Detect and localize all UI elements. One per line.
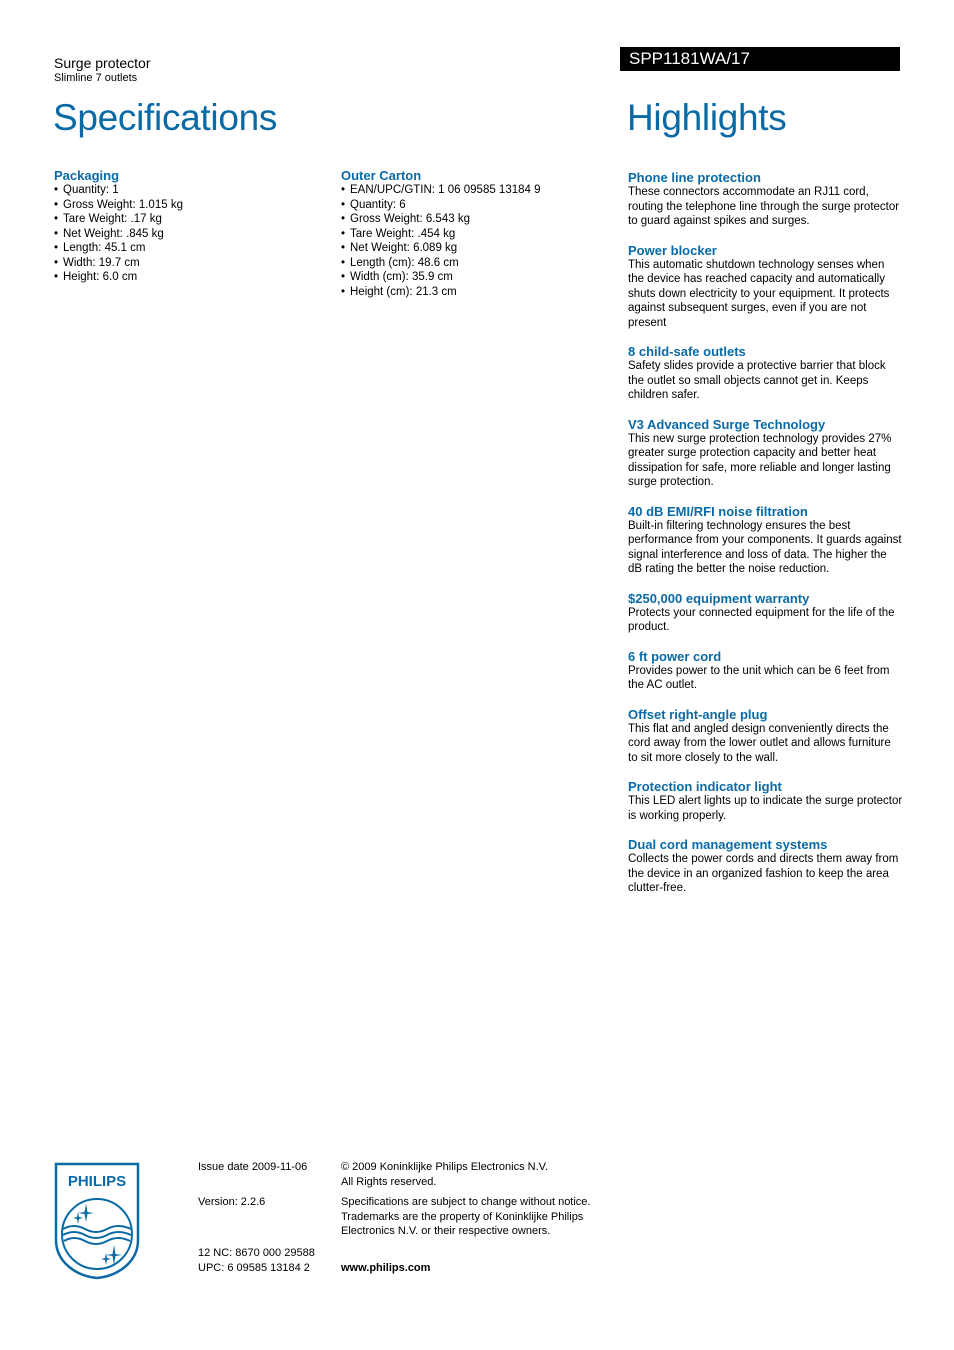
copyright-line: All Rights reserved. — [341, 1175, 437, 1188]
spec-item: Gross Weight: 1.015 kg — [54, 198, 324, 213]
spec-item: Net Weight: 6.089 kg — [341, 241, 611, 256]
highlights-title: Highlights — [627, 97, 787, 138]
spec-item: EAN/UPC/GTIN: 1 06 09585 13184 9 — [341, 183, 611, 198]
spec-item: Width: 19.7 cm — [54, 256, 324, 271]
version: Version: 2.2.6 — [198, 1196, 266, 1208]
highlight-body: These connectors accommodate an RJ11 cor… — [628, 186, 900, 227]
highlight-body: Collects the power cords and directs the… — [628, 853, 899, 894]
notice-line: Specifications are subject to change wit… — [341, 1196, 591, 1208]
highlight-body: This automatic shutdown technology sense… — [628, 258, 890, 329]
highlight-item: 8 child-safe outlets Safety slides provi… — [628, 344, 903, 403]
spec-item: Tare Weight: .17 kg — [54, 212, 324, 227]
legal-notice: Specifications are subject to change wit… — [341, 1195, 611, 1239]
product-category: Surge protector — [54, 55, 151, 71]
highlight-item: Dual cord management systems Collects th… — [628, 837, 903, 896]
highlight-item: $250,000 equipment warranty Protects you… — [628, 591, 903, 635]
outer-carton-list: EAN/UPC/GTIN: 1 06 09585 13184 9 Quantit… — [341, 183, 611, 299]
model-number-banner: SPP1181WA/17 — [620, 47, 900, 71]
highlight-body: Protects your connected equipment for th… — [628, 606, 895, 634]
philips-shield-logo: PHILIPS — [54, 1162, 140, 1280]
packaging-section: Packaging Quantity: 1 Gross Weight: 1.01… — [54, 168, 324, 285]
highlight-title: 6 ft power cord — [628, 648, 722, 664]
spec-item: Gross Weight: 6.543 kg — [341, 212, 611, 227]
logo-wordmark: PHILIPS — [68, 1173, 126, 1190]
spec-item: Quantity: 1 — [54, 183, 324, 198]
highlight-item: V3 Advanced Surge Technology This new su… — [628, 417, 903, 490]
highlight-item: Protection indicator light This LED aler… — [628, 779, 903, 823]
highlight-title: Dual cord management systems — [628, 837, 828, 852]
upc-code: UPC: 6 09585 13184 2 — [198, 1261, 310, 1274]
highlight-body: Safety slides provide a protective barri… — [628, 360, 886, 401]
spec-item: Height: 6.0 cm — [54, 270, 324, 285]
highlight-title: 8 child-safe outlets — [628, 344, 746, 359]
highlight-item: Power blocker This automatic shutdown te… — [628, 243, 903, 331]
copyright: © 2009 Koninklijke Philips Electronics N… — [341, 1160, 611, 1189]
highlight-item: 6 ft power cord Provides power to the un… — [628, 649, 903, 693]
highlight-body: Provides power to the unit which can be … — [628, 664, 890, 692]
highlight-item: Phone line protection These connectors a… — [628, 170, 903, 229]
notice-line: Electronics N.V. or their respective own… — [341, 1225, 551, 1237]
spec-item: Length (cm): 48.6 cm — [341, 256, 611, 271]
spec-item: Width (cm): 35.9 cm — [341, 270, 611, 285]
highlight-item: 40 dB EMI/RFI noise filtration Built-in … — [628, 504, 903, 577]
highlight-body: This flat and angled design conveniently… — [628, 722, 891, 764]
highlight-item: Offset right-angle plug This flat and an… — [628, 707, 903, 766]
specifications-title: Specifications — [53, 97, 278, 138]
highlights-list: Phone line protection These connectors a… — [628, 170, 903, 910]
packaging-heading: Packaging — [54, 168, 120, 183]
notice-line: Trademarks are the property of Koninklij… — [341, 1210, 584, 1223]
outer-carton-section: Outer Carton EAN/UPC/GTIN: 1 06 09585 13… — [341, 168, 611, 299]
highlight-title: 40 dB EMI/RFI noise filtration — [628, 503, 808, 519]
product-subtitle: Slimline 7 outlets — [54, 72, 138, 84]
issue-date: Issue date 2009-11-06 — [198, 1161, 308, 1173]
highlight-title: $250,000 equipment warranty — [628, 590, 810, 606]
highlight-title: Protection indicator light — [628, 779, 782, 794]
website-link[interactable]: www.philips.com — [341, 1261, 430, 1276]
packaging-list: Quantity: 1 Gross Weight: 1.015 kg Tare … — [54, 183, 324, 285]
highlight-body: This LED alert lights up to indicate the… — [628, 795, 903, 822]
spec-item: Quantity: 6 — [341, 198, 611, 213]
highlight-body: This new surge protection technology pro… — [628, 432, 892, 489]
spec-item: Tare Weight: .454 kg — [341, 227, 611, 242]
spec-item: Length: 45.1 cm — [54, 241, 324, 256]
spec-item: Height (cm): 21.3 cm — [341, 285, 611, 300]
nc-code: 12 NC: 8670 000 29588 — [198, 1247, 315, 1259]
highlight-title: Offset right-angle plug — [628, 706, 768, 722]
highlight-body: Built-in filtering technology ensures th… — [628, 519, 902, 576]
highlight-title: Phone line protection — [628, 170, 761, 185]
copyright-line: © 2009 Koninklijke Philips Electronics N… — [341, 1161, 549, 1173]
spec-item: Net Weight: .845 kg — [54, 227, 324, 242]
outer-carton-heading: Outer Carton — [341, 168, 422, 183]
highlight-title: V3 Advanced Surge Technology — [628, 416, 826, 432]
highlight-title: Power blocker — [628, 242, 717, 258]
product-codes: 12 NC: 8670 000 29588 UPC: 6 09585 13184… — [198, 1246, 315, 1275]
